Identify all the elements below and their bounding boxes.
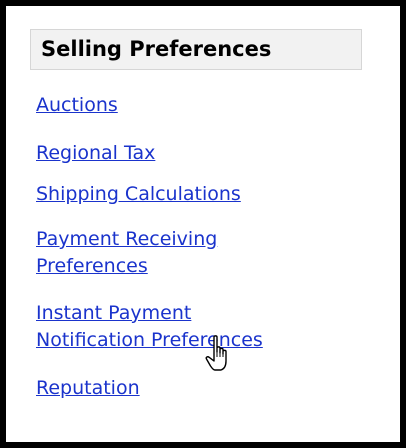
payment-receiving-preferences-link[interactable]: Payment Receiving Preferences bbox=[36, 226, 217, 280]
selling-preferences-panel: Selling Preferences Auctions Regional Ta… bbox=[0, 0, 406, 448]
regional-tax-link-text: Regional Tax bbox=[36, 142, 156, 164]
hand-pointer-icon bbox=[205, 335, 227, 371]
ipn-link-line1: Instant Payment bbox=[36, 302, 192, 324]
shipping-calculations-link[interactable]: Shipping Calculations bbox=[36, 181, 241, 208]
reputation-link[interactable]: Reputation bbox=[36, 375, 140, 402]
payment-receiving-link-line1: Payment Receiving bbox=[36, 228, 218, 250]
reputation-link-text: Reputation bbox=[36, 377, 140, 399]
panel-title: Selling Preferences bbox=[41, 37, 272, 61]
auctions-link[interactable]: Auctions bbox=[36, 92, 118, 119]
panel-header: Selling Preferences bbox=[30, 29, 362, 70]
regional-tax-link[interactable]: Regional Tax bbox=[36, 140, 155, 167]
auctions-link-text: Auctions bbox=[36, 94, 118, 116]
payment-receiving-link-line2: Preferences bbox=[36, 255, 148, 277]
shipping-calculations-link-text: Shipping Calculations bbox=[36, 183, 241, 205]
